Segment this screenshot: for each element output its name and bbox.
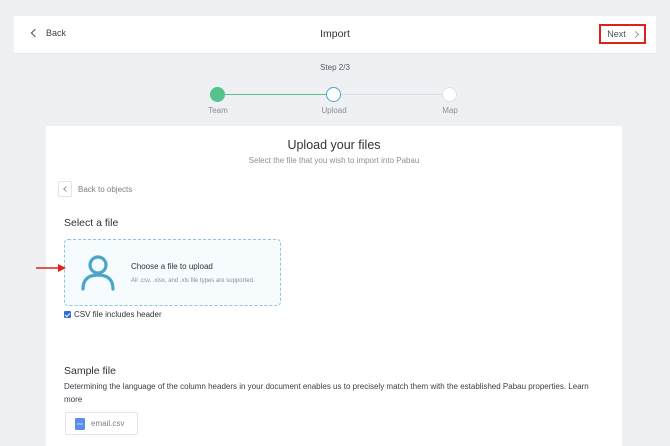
card-title: Upload your files: [287, 138, 381, 152]
step-label-upload: Upload: [321, 106, 347, 115]
chevron-left-icon: [58, 181, 72, 197]
sample-file-title: Sample file: [64, 365, 116, 377]
file-dropzone[interactable]: Choose a file to upload All .csv, .xlsx,…: [64, 239, 281, 306]
card-subtitle: Select the file that you wish to import …: [248, 156, 420, 165]
upload-card: Upload your files Select the file that y…: [46, 126, 622, 446]
step-dot-team: [210, 87, 225, 102]
sample-file-description: Determining the language of the column h…: [64, 382, 589, 404]
csv-header-option: CSV file includes header: [64, 310, 162, 319]
select-file-title: Select a file: [64, 217, 119, 229]
back-to-objects-link[interactable]: Back to objects: [58, 181, 132, 197]
step-label-team: Team: [208, 106, 228, 115]
chevron-right-icon: [631, 30, 639, 38]
step-label-map: Map: [442, 106, 458, 115]
step-counter: Step 2/3: [320, 63, 350, 72]
next-label: Next: [607, 29, 626, 39]
back-to-objects-label: Back to objects: [78, 184, 133, 194]
user-icon: [81, 255, 115, 291]
page-title: Import: [320, 28, 350, 40]
step-dot-map: [442, 87, 457, 102]
sample-file-button[interactable]: email.csv: [65, 412, 138, 435]
csv-file-icon: [75, 417, 85, 430]
dropzone-hint: All .csv, .xlsx, and .xls file types are…: [131, 278, 255, 284]
csv-header-checkbox[interactable]: [64, 311, 71, 318]
stepper-track-pending: [334, 94, 450, 95]
step-dot-upload: [326, 87, 341, 102]
stepper-track-complete: [218, 94, 334, 95]
csv-header-label: CSV file includes header: [74, 310, 162, 319]
dropzone-title: Choose a file to upload: [131, 262, 213, 271]
top-bar: Back Import Next: [14, 16, 656, 54]
sample-file-name: email.csv: [91, 419, 125, 428]
arrow-right-icon: [36, 264, 66, 272]
next-button[interactable]: Next: [599, 24, 646, 44]
